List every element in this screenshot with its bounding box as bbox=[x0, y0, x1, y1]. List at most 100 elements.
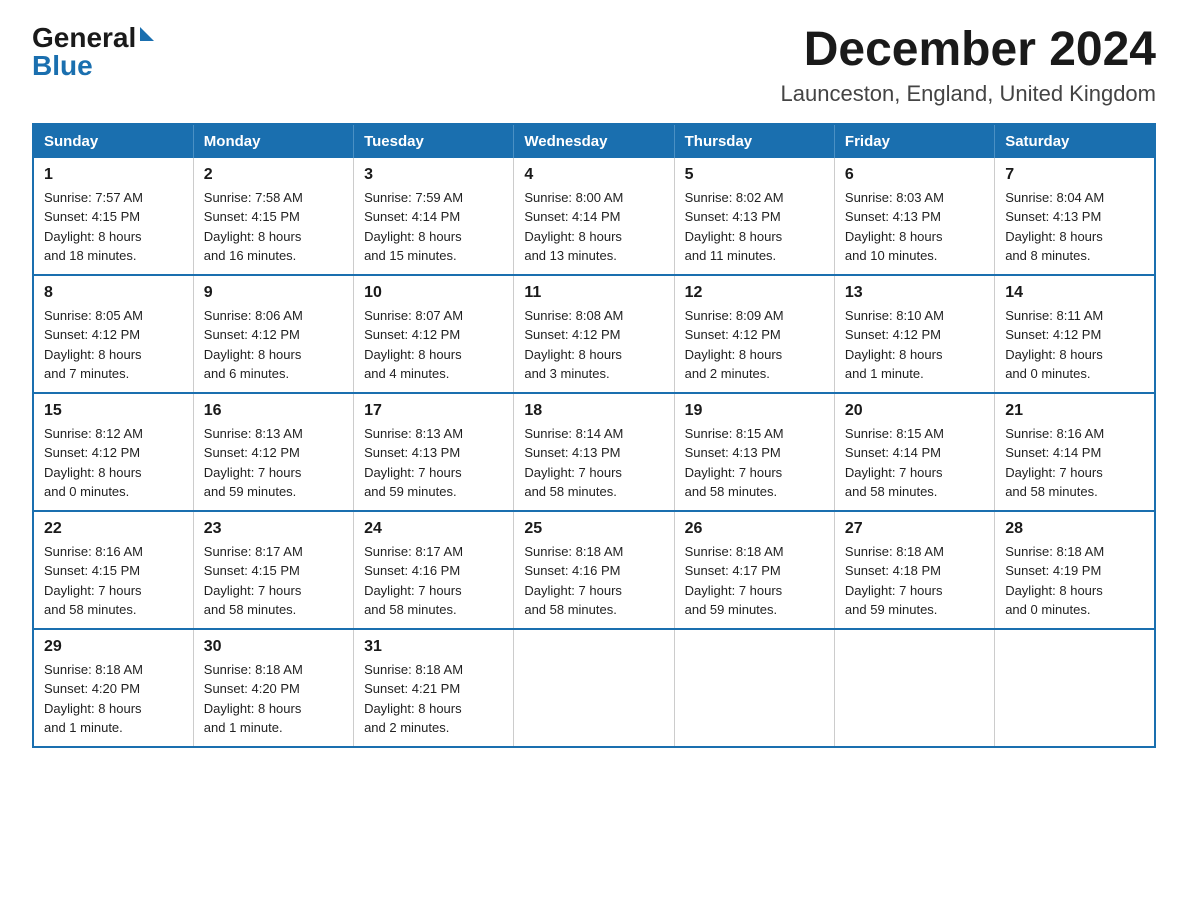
day-number: 17 bbox=[364, 402, 503, 420]
day-number: 8 bbox=[44, 284, 183, 302]
calendar-week-row: 8 Sunrise: 8:05 AMSunset: 4:12 PMDaylight… bbox=[33, 275, 1155, 393]
calendar-week-row: 29 Sunrise: 8:18 AMSunset: 4:20 PMDayligh… bbox=[33, 629, 1155, 747]
day-info: Sunrise: 7:59 AMSunset: 4:14 PMDaylight:… bbox=[364, 188, 503, 266]
day-number: 22 bbox=[44, 520, 183, 538]
day-info: Sunrise: 8:10 AMSunset: 4:12 PMDaylight:… bbox=[845, 306, 984, 384]
logo-general-text: General bbox=[32, 24, 136, 52]
weekday-header-friday: Friday bbox=[834, 124, 994, 158]
weekday-header-tuesday: Tuesday bbox=[354, 124, 514, 158]
weekday-header-sunday: Sunday bbox=[33, 124, 193, 158]
day-info: Sunrise: 8:15 AMSunset: 4:13 PMDaylight:… bbox=[685, 424, 824, 502]
calendar-cell bbox=[995, 629, 1155, 747]
calendar-cell: 28 Sunrise: 8:18 AMSunset: 4:19 PMDayligh… bbox=[995, 511, 1155, 629]
day-info: Sunrise: 8:13 AMSunset: 4:13 PMDaylight:… bbox=[364, 424, 503, 502]
day-number: 27 bbox=[845, 520, 984, 538]
day-info: Sunrise: 8:18 AMSunset: 4:19 PMDaylight:… bbox=[1005, 542, 1144, 620]
weekday-header-saturday: Saturday bbox=[995, 124, 1155, 158]
day-info: Sunrise: 8:12 AMSunset: 4:12 PMDaylight:… bbox=[44, 424, 183, 502]
logo-triangle-icon bbox=[140, 27, 154, 41]
calendar-cell: 4Sunrise: 8:00 AMSunset: 4:14 PMDaylight… bbox=[514, 158, 674, 275]
calendar-cell: 23 Sunrise: 8:17 AMSunset: 4:15 PMDayligh… bbox=[193, 511, 353, 629]
day-info: Sunrise: 8:02 AMSunset: 4:13 PMDaylight:… bbox=[685, 188, 824, 266]
day-info: Sunrise: 8:18 AMSunset: 4:17 PMDaylight:… bbox=[685, 542, 824, 620]
day-number: 16 bbox=[204, 402, 343, 420]
calendar-cell: 22 Sunrise: 8:16 AMSunset: 4:15 PMDayligh… bbox=[33, 511, 193, 629]
calendar-cell: 24Sunrise: 8:17 AMSunset: 4:16 PMDayligh… bbox=[354, 511, 514, 629]
calendar-cell bbox=[834, 629, 994, 747]
day-number: 21 bbox=[1005, 402, 1144, 420]
day-number: 6 bbox=[845, 166, 984, 184]
day-number: 28 bbox=[1005, 520, 1144, 538]
day-number: 11 bbox=[524, 284, 663, 302]
calendar-cell: 27 Sunrise: 8:18 AMSunset: 4:18 PMDayligh… bbox=[834, 511, 994, 629]
weekday-header-thursday: Thursday bbox=[674, 124, 834, 158]
weekday-header-wednesday: Wednesday bbox=[514, 124, 674, 158]
day-number: 1 bbox=[44, 166, 183, 184]
day-number: 15 bbox=[44, 402, 183, 420]
calendar-cell: 13 Sunrise: 8:10 AMSunset: 4:12 PMDayligh… bbox=[834, 275, 994, 393]
calendar-cell: 2Sunrise: 7:58 AMSunset: 4:15 PMDaylight… bbox=[193, 158, 353, 275]
calendar-week-row: 22 Sunrise: 8:16 AMSunset: 4:15 PMDayligh… bbox=[33, 511, 1155, 629]
calendar-cell: 29 Sunrise: 8:18 AMSunset: 4:20 PMDayligh… bbox=[33, 629, 193, 747]
logo-blue-text: Blue bbox=[32, 52, 93, 80]
calendar-cell: 11Sunrise: 8:08 AMSunset: 4:12 PMDayligh… bbox=[514, 275, 674, 393]
day-info: Sunrise: 8:04 AMSunset: 4:13 PMDaylight:… bbox=[1005, 188, 1144, 266]
calendar-cell: 3Sunrise: 7:59 AMSunset: 4:14 PMDaylight… bbox=[354, 158, 514, 275]
day-info: Sunrise: 8:18 AMSunset: 4:16 PMDaylight:… bbox=[524, 542, 663, 620]
calendar-cell: 12 Sunrise: 8:09 AMSunset: 4:12 PMDayligh… bbox=[674, 275, 834, 393]
calendar-cell: 14Sunrise: 8:11 AMSunset: 4:12 PMDayligh… bbox=[995, 275, 1155, 393]
calendar-cell bbox=[514, 629, 674, 747]
day-info: Sunrise: 8:05 AMSunset: 4:12 PMDaylight:… bbox=[44, 306, 183, 384]
day-number: 13 bbox=[845, 284, 984, 302]
calendar-cell: 7 Sunrise: 8:04 AMSunset: 4:13 PMDaylight… bbox=[995, 158, 1155, 275]
page-header: General Blue December 2024 Launceston, E… bbox=[32, 24, 1156, 107]
calendar-cell: 26 Sunrise: 8:18 AMSunset: 4:17 PMDayligh… bbox=[674, 511, 834, 629]
calendar-cell: 19 Sunrise: 8:15 AMSunset: 4:13 PMDayligh… bbox=[674, 393, 834, 511]
day-number: 24 bbox=[364, 520, 503, 538]
calendar-cell bbox=[674, 629, 834, 747]
day-info: Sunrise: 8:18 AMSunset: 4:20 PMDaylight:… bbox=[204, 660, 343, 738]
day-info: Sunrise: 8:03 AMSunset: 4:13 PMDaylight:… bbox=[845, 188, 984, 266]
calendar-cell: 20 Sunrise: 8:15 AMSunset: 4:14 PMDayligh… bbox=[834, 393, 994, 511]
day-info: Sunrise: 8:13 AMSunset: 4:12 PMDaylight:… bbox=[204, 424, 343, 502]
day-info: Sunrise: 8:16 AMSunset: 4:15 PMDaylight:… bbox=[44, 542, 183, 620]
day-number: 4 bbox=[524, 166, 663, 184]
day-number: 19 bbox=[685, 402, 824, 420]
day-info: Sunrise: 8:11 AMSunset: 4:12 PMDaylight:… bbox=[1005, 306, 1144, 384]
day-number: 12 bbox=[685, 284, 824, 302]
day-info: Sunrise: 8:18 AMSunset: 4:21 PMDaylight:… bbox=[364, 660, 503, 738]
day-info: Sunrise: 8:17 AMSunset: 4:15 PMDaylight:… bbox=[204, 542, 343, 620]
day-number: 29 bbox=[44, 638, 183, 656]
calendar-cell: 18Sunrise: 8:14 AMSunset: 4:13 PMDayligh… bbox=[514, 393, 674, 511]
calendar-cell: 31Sunrise: 8:18 AMSunset: 4:21 PMDayligh… bbox=[354, 629, 514, 747]
calendar-cell: 9Sunrise: 8:06 AMSunset: 4:12 PMDaylight… bbox=[193, 275, 353, 393]
calendar-cell: 8 Sunrise: 8:05 AMSunset: 4:12 PMDaylight… bbox=[33, 275, 193, 393]
logo: General Blue bbox=[32, 24, 154, 80]
day-number: 7 bbox=[1005, 166, 1144, 184]
day-number: 20 bbox=[845, 402, 984, 420]
day-info: Sunrise: 8:16 AMSunset: 4:14 PMDaylight:… bbox=[1005, 424, 1144, 502]
day-number: 30 bbox=[204, 638, 343, 656]
calendar-cell: 21 Sunrise: 8:16 AMSunset: 4:14 PMDayligh… bbox=[995, 393, 1155, 511]
month-year-title: December 2024 bbox=[781, 24, 1156, 77]
day-info: Sunrise: 8:15 AMSunset: 4:14 PMDaylight:… bbox=[845, 424, 984, 502]
day-number: 25 bbox=[524, 520, 663, 538]
day-info: Sunrise: 8:14 AMSunset: 4:13 PMDaylight:… bbox=[524, 424, 663, 502]
day-info: Sunrise: 8:18 AMSunset: 4:20 PMDaylight:… bbox=[44, 660, 183, 738]
calendar-cell: 17 Sunrise: 8:13 AMSunset: 4:13 PMDayligh… bbox=[354, 393, 514, 511]
day-info: Sunrise: 8:09 AMSunset: 4:12 PMDaylight:… bbox=[685, 306, 824, 384]
location-subtitle: Launceston, England, United Kingdom bbox=[781, 81, 1156, 107]
day-number: 26 bbox=[685, 520, 824, 538]
title-block: December 2024 Launceston, England, Unite… bbox=[781, 24, 1156, 107]
calendar-week-row: 1 Sunrise: 7:57 AMSunset: 4:15 PMDaylight… bbox=[33, 158, 1155, 275]
day-info: Sunrise: 8:18 AMSunset: 4:18 PMDaylight:… bbox=[845, 542, 984, 620]
calendar-week-row: 15 Sunrise: 8:12 AMSunset: 4:12 PMDayligh… bbox=[33, 393, 1155, 511]
day-info: Sunrise: 8:07 AMSunset: 4:12 PMDaylight:… bbox=[364, 306, 503, 384]
day-info: Sunrise: 7:57 AMSunset: 4:15 PMDaylight:… bbox=[44, 188, 183, 266]
day-info: Sunrise: 7:58 AMSunset: 4:15 PMDaylight:… bbox=[204, 188, 343, 266]
day-number: 10 bbox=[364, 284, 503, 302]
calendar-cell: 16 Sunrise: 8:13 AMSunset: 4:12 PMDayligh… bbox=[193, 393, 353, 511]
calendar-cell: 30 Sunrise: 8:18 AMSunset: 4:20 PMDayligh… bbox=[193, 629, 353, 747]
weekday-header-monday: Monday bbox=[193, 124, 353, 158]
day-number: 23 bbox=[204, 520, 343, 538]
